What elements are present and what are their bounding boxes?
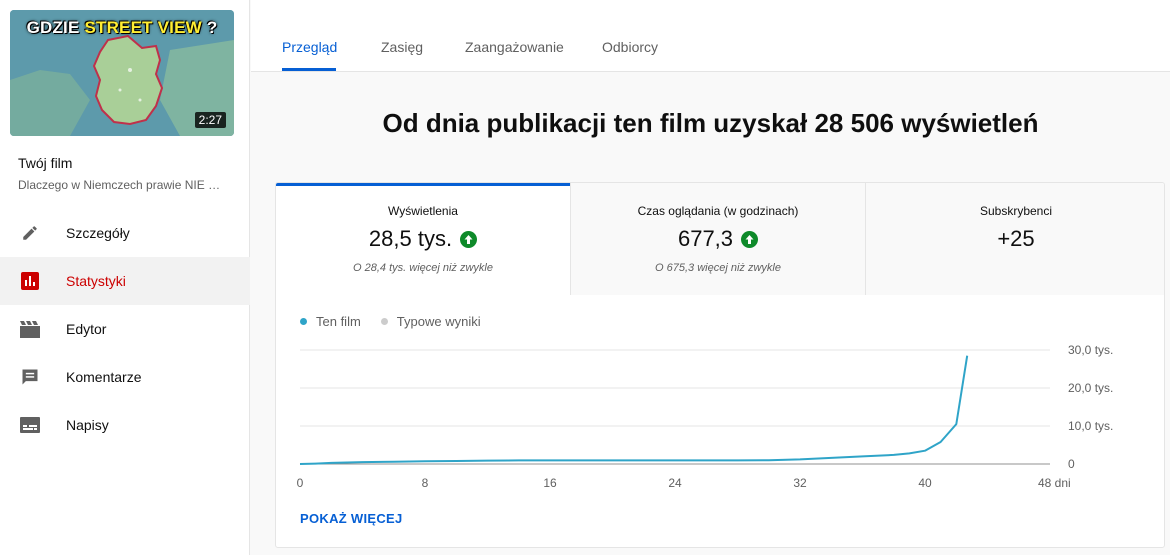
clapperboard-icon <box>20 319 40 339</box>
series-line-this-film <box>299 355 969 465</box>
thumbnail-title-plain: GDZIE <box>26 18 85 37</box>
legend-dot <box>300 318 307 325</box>
film-title: Dlaczego w Niemczech prawie NIE … <box>18 178 221 192</box>
thumbnail-title-highlight: STREET VIEW <box>84 18 202 37</box>
show-more-button[interactable]: POKAŻ WIĘCEJ <box>300 511 403 526</box>
sidebar-item-subtitles[interactable]: Napisy <box>0 401 250 449</box>
metric-views[interactable]: Wyświetlenia 28,5 tys. O 28,4 tys. więce… <box>276 183 570 295</box>
sidebar-item-label: Statystyki <box>66 273 126 289</box>
views-line-chart: 0 10,0 tys. 20,0 tys. 30,0 tys. 0 8 16 24 32 40 48… <box>297 343 1114 490</box>
legend-label: Ten film <box>316 314 361 329</box>
y-tick-label: 0 <box>1068 457 1075 471</box>
sidebar: GDZIE STREET VIEW ? 2:27 Twój film Dlacz… <box>0 0 250 555</box>
chart-legend: Ten film Typowe wyniki <box>300 314 501 329</box>
y-tick-label: 20,0 tys. <box>1068 381 1113 395</box>
x-tick-label: 40 <box>918 476 932 490</box>
main-content: Przegląd Zasięg Zaangażowanie Odbiorcy O… <box>251 0 1170 555</box>
metric-watch-time[interactable]: Czas oglądania (w godzinach) 677,3 O 675… <box>570 183 865 295</box>
sidebar-item-label: Szczegóły <box>66 225 130 241</box>
metric-label: Wyświetlenia <box>388 204 458 218</box>
legend-dot <box>380 318 388 325</box>
x-tick-label: 32 <box>793 476 807 490</box>
legend-item-typical[interactable]: Typowe wyniki <box>380 314 481 329</box>
sidebar-item-label: Edytor <box>66 321 107 337</box>
tab-reach[interactable]: Zasięg <box>381 39 423 55</box>
y-tick-label: 30,0 tys. <box>1068 343 1113 357</box>
thumbnail-title: GDZIE STREET VIEW ? <box>10 18 234 38</box>
sidebar-nav: Szczegóły Statystyki Edytor Komentarze N… <box>0 209 250 449</box>
comment-icon <box>20 367 40 387</box>
metric-value-text: 677,3 <box>677 226 734 251</box>
pencil-icon <box>20 223 40 243</box>
active-tab-indicator <box>282 68 336 71</box>
metric-value-text: 28,5 tys. <box>368 226 453 251</box>
thumbnail-title-suffix: ? <box>201 18 218 37</box>
video-thumbnail[interactable]: GDZIE STREET VIEW ? 2:27 <box>10 10 234 136</box>
sidebar-item-comments[interactable]: Komentarze <box>0 353 250 401</box>
x-tick-label: 16 <box>543 476 557 490</box>
analytics-page: GDZIE STREET VIEW ? 2:27 Twój film Dlacz… <box>0 0 1170 555</box>
subtitles-icon <box>20 415 40 435</box>
selected-metric-indicator <box>276 183 570 186</box>
x-tick-label: 0 <box>297 476 304 490</box>
metric-subscribers[interactable]: Subskrybenci +25 <box>865 183 1164 295</box>
arrow-up-icon <box>741 230 759 248</box>
x-tick-label: 24 <box>668 476 682 490</box>
sidebar-item-details[interactable]: Szczegóły <box>0 209 250 257</box>
overview-card: Wyświetlenia 28,5 tys. O 28,4 tys. więce… <box>275 182 1165 548</box>
analytics-icon <box>20 271 40 291</box>
tab-bar: Przegląd Zasięg Zaangażowanie Odbiorcy <box>251 0 1170 72</box>
metric-value: 28,5 tys. <box>276 226 570 252</box>
metric-note: O 28,4 tys. więcej niż zwykle <box>353 262 493 274</box>
x-tick-label: 8 <box>422 476 429 490</box>
metric-value: 677,3 <box>571 226 865 252</box>
x-tick-label: 48 dni <box>1038 476 1071 490</box>
legend-label: Typowe wyniki <box>396 314 481 329</box>
legend-item-this-film[interactable]: Ten film <box>300 314 361 329</box>
metric-label: Czas oglądania (w godzinach) <box>637 204 799 218</box>
arrow-up-icon <box>460 230 478 248</box>
metric-value: +25 <box>866 226 1164 252</box>
metric-value-text: +25 <box>997 226 1035 251</box>
video-duration: 2:27 <box>194 112 226 128</box>
y-tick-label: 10,0 tys. <box>1068 419 1113 433</box>
sidebar-item-editor[interactable]: Edytor <box>0 305 250 353</box>
metric-note: O 675,3 więcej niż zwykle <box>655 262 781 274</box>
tab-engagement[interactable]: Zaangażowanie <box>465 39 564 55</box>
metric-label: Subskrybenci <box>979 204 1053 218</box>
sidebar-item-label: Komentarze <box>66 369 142 385</box>
tab-audience[interactable]: Odbiorcy <box>602 39 658 55</box>
your-film-label: Twój film <box>18 155 73 171</box>
tab-overview[interactable]: Przegląd <box>282 39 337 55</box>
sidebar-item-analytics[interactable]: Statystyki <box>0 257 250 305</box>
page-headline: Od dnia publikacji ten film uzyskał 28 5… <box>382 108 1039 138</box>
sidebar-item-label: Napisy <box>66 417 109 433</box>
metric-tabs: Wyświetlenia 28,5 tys. O 28,4 tys. więce… <box>276 183 1164 295</box>
